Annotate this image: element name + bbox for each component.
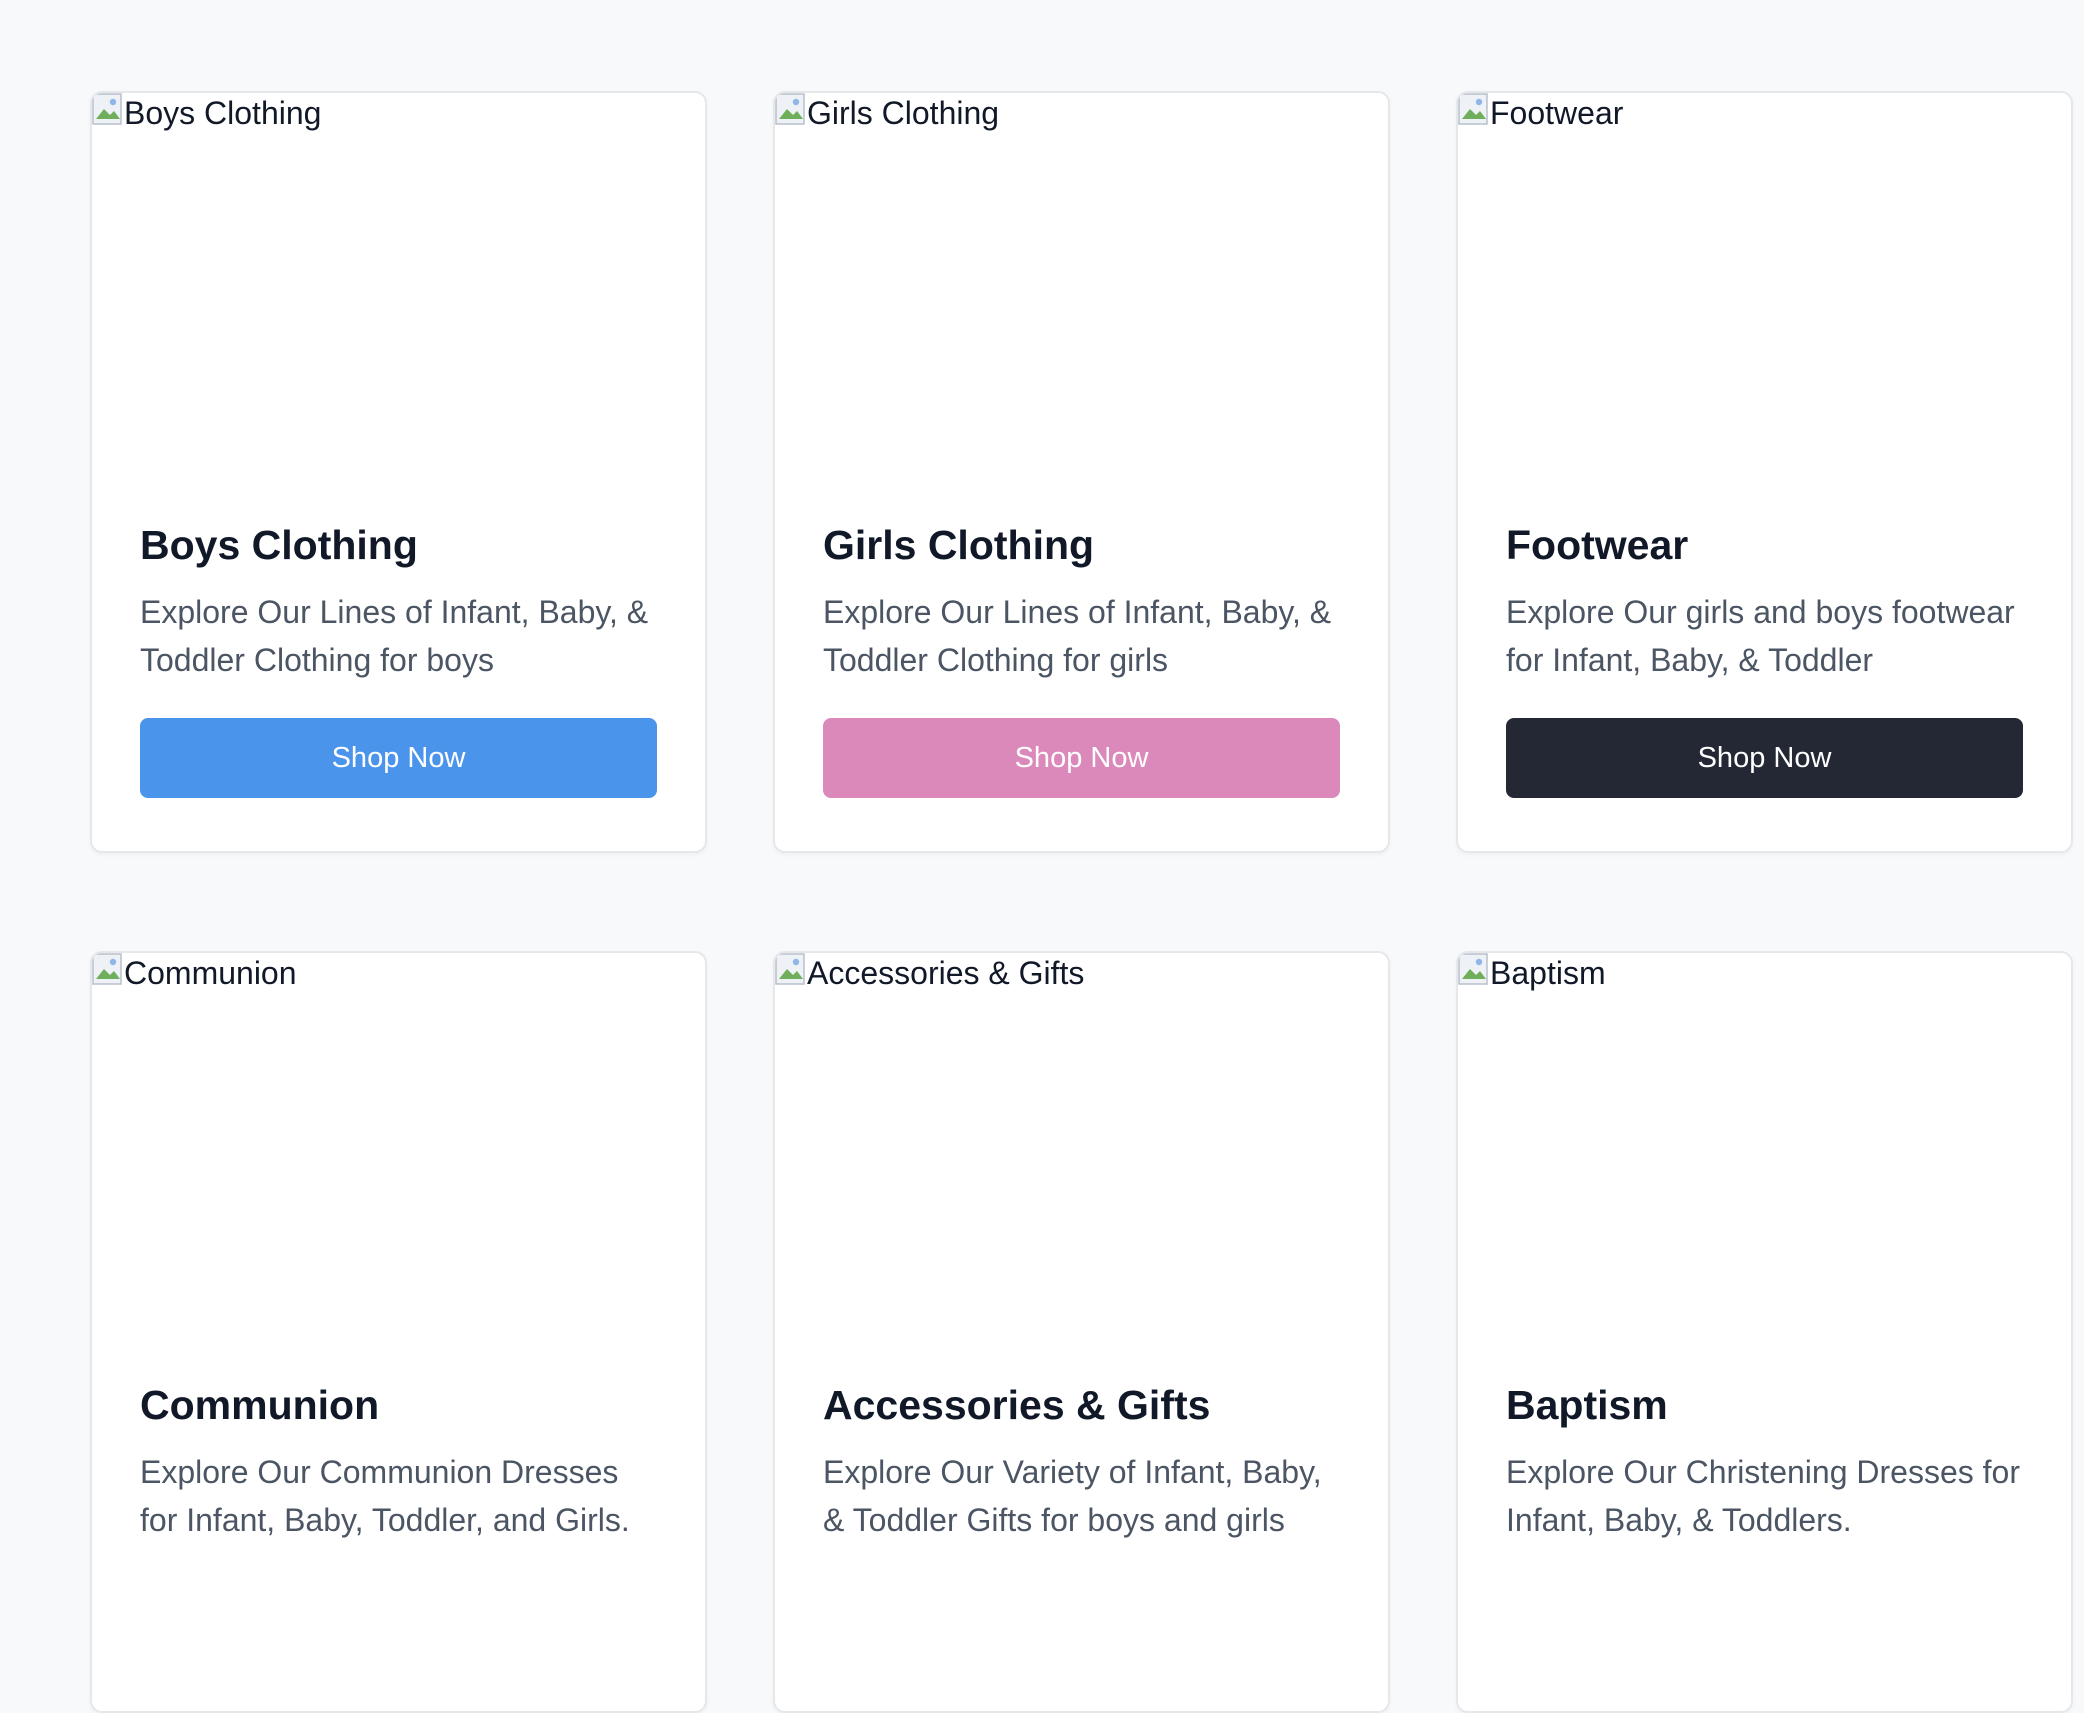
broken-image[interactable]: Footwear	[1458, 93, 1623, 129]
category-grid: Boys Clothing Boys Clothing Explore Our …	[90, 91, 2073, 1713]
broken-image[interactable]: Accessories & Gifts	[775, 953, 1084, 989]
category-card-girls-clothing: Girls Clothing Girls Clothing Explore Ou…	[773, 91, 1390, 853]
card-image[interactable]: Footwear	[1458, 93, 2071, 503]
card-image[interactable]: Boys Clothing	[92, 93, 705, 503]
image-alt-text: Communion	[124, 955, 297, 991]
image-alt-text: Footwear	[1490, 95, 1624, 131]
card-description: Explore Our Lines of Infant, Baby, & Tod…	[823, 594, 1332, 679]
category-card-accessories-gifts: Accessories & Gifts Accessories & Gifts …	[773, 951, 1390, 1713]
broken-image[interactable]: Baptism	[1458, 953, 1606, 989]
shop-now-button[interactable]: Shop Now	[823, 718, 1340, 799]
broken-image-icon	[1458, 953, 1490, 989]
broken-image[interactable]: Girls Clothing	[775, 93, 999, 129]
broken-image-icon	[775, 93, 807, 129]
broken-image-icon	[1458, 93, 1490, 129]
category-card-communion: Communion Communion Explore Our Communio…	[90, 951, 707, 1713]
card-title: Baptism	[1506, 1382, 1668, 1428]
card-body: Footwear Explore Our girls and boys foot…	[1458, 521, 2071, 799]
shop-now-button[interactable]: Shop Now	[1506, 718, 2023, 799]
broken-image[interactable]: Communion	[92, 953, 297, 989]
card-title: Footwear	[1506, 522, 1689, 568]
card-title: Communion	[140, 1382, 380, 1428]
image-alt-text: Baptism	[1490, 955, 1606, 991]
card-body: Boys Clothing Explore Our Lines of Infan…	[92, 521, 705, 799]
card-image[interactable]: Communion	[92, 953, 705, 1363]
card-title: Boys Clothing	[140, 522, 418, 568]
category-card-baptism: Baptism Baptism Explore Our Christening …	[1456, 951, 2073, 1713]
card-description: Explore Our Communion Dresses for Infant…	[140, 1454, 630, 1539]
card-title: Accessories & Gifts	[823, 1382, 1211, 1428]
card-body: Baptism Explore Our Christening Dresses …	[1458, 1381, 2071, 1544]
category-card-footwear: Footwear Footwear Explore Our girls and …	[1456, 91, 2073, 853]
category-card-boys-clothing: Boys Clothing Boys Clothing Explore Our …	[90, 91, 707, 853]
card-image[interactable]: Girls Clothing	[775, 93, 1388, 503]
shop-now-button[interactable]: Shop Now	[140, 718, 657, 799]
card-image[interactable]: Baptism	[1458, 953, 2071, 1363]
card-image[interactable]: Accessories & Gifts	[775, 953, 1388, 1363]
card-body: Communion Explore Our Communion Dresses …	[92, 1381, 705, 1544]
card-description: Explore Our Christening Dresses for Infa…	[1506, 1454, 2020, 1539]
card-description: Explore Our Lines of Infant, Baby, & Tod…	[140, 594, 649, 679]
card-description: Explore Our Variety of Infant, Baby, & T…	[823, 1454, 1322, 1539]
broken-image-icon	[775, 953, 807, 989]
image-alt-text: Accessories & Gifts	[807, 955, 1085, 991]
broken-image-icon	[92, 953, 124, 989]
image-alt-text: Girls Clothing	[807, 95, 1000, 131]
card-title: Girls Clothing	[823, 522, 1095, 568]
broken-image-icon	[92, 93, 124, 129]
image-alt-text: Boys Clothing	[124, 95, 322, 131]
broken-image[interactable]: Boys Clothing	[92, 93, 321, 129]
card-body: Girls Clothing Explore Our Lines of Infa…	[775, 521, 1388, 799]
card-body: Accessories & Gifts Explore Our Variety …	[775, 1381, 1388, 1544]
card-description: Explore Our girls and boys footwear for …	[1506, 594, 2015, 679]
